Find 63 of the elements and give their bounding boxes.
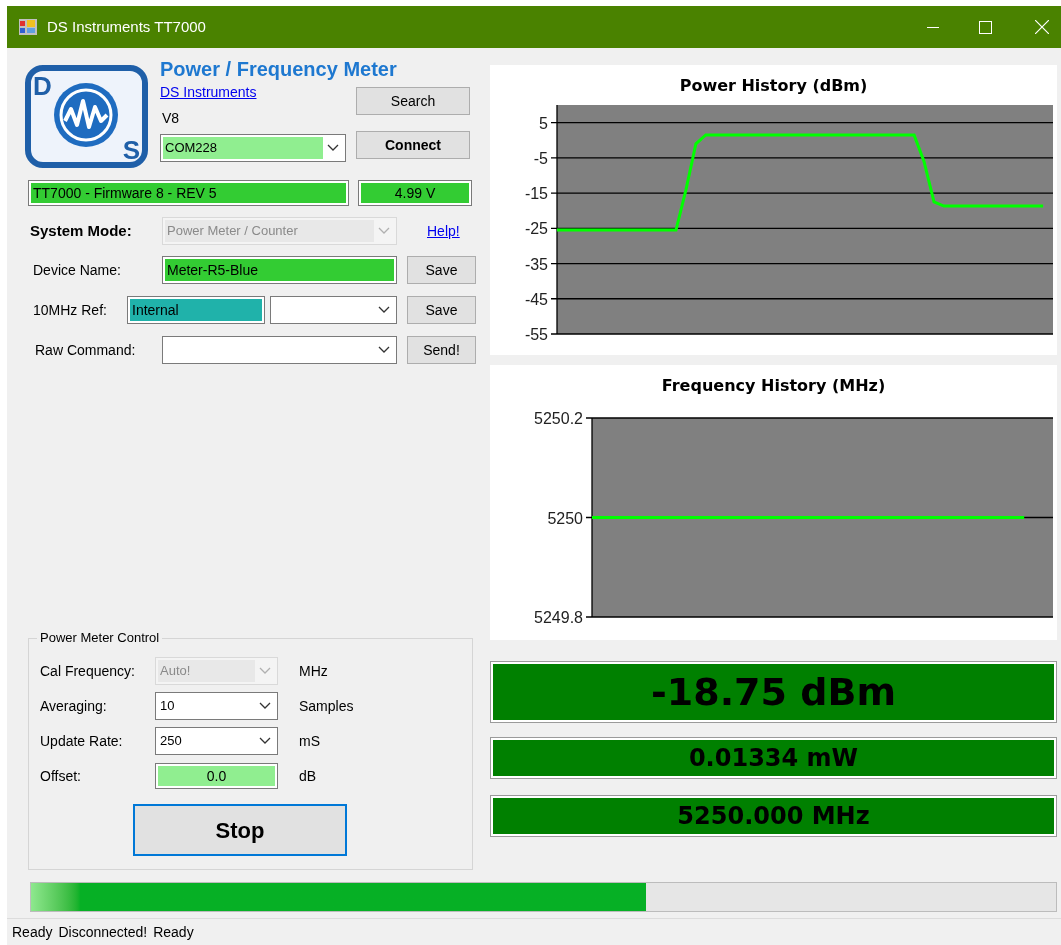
- tick-label: -45: [524, 290, 548, 308]
- button[interactable]: Connect: [356, 131, 470, 159]
- stop-button[interactable]: Stop: [133, 804, 347, 856]
- caret-icon: [259, 667, 271, 675]
- unit-label: dB: [299, 766, 317, 786]
- unit-label: Samples: [299, 696, 354, 716]
- close-icon[interactable]: [1035, 20, 1049, 34]
- button[interactable]: Send!: [407, 336, 476, 364]
- dropdown[interactable]: COM228: [160, 134, 346, 162]
- tick-label: -25: [524, 220, 548, 238]
- tick-label: -35: [524, 255, 548, 273]
- link[interactable]: DS Instruments: [160, 84, 257, 100]
- caret-icon: [378, 346, 390, 354]
- dropdown[interactable]: 250: [155, 727, 278, 755]
- tick-label: -5: [533, 149, 548, 167]
- caret-icon: [378, 227, 390, 235]
- readout-display: 5250.000 MHz: [490, 795, 1057, 837]
- firmware-field: TT7000 - Firmware 8 - REV 5: [28, 180, 349, 206]
- field-label: 10MHz Ref:: [33, 300, 108, 320]
- button[interactable]: Search: [356, 87, 470, 115]
- field-label: System Mode:: [30, 220, 133, 241]
- button[interactable]: Save: [407, 296, 476, 324]
- app-title: Power / Frequency Meter: [160, 57, 398, 81]
- status-text: Ready: [12, 922, 53, 942]
- field-label: Cal Frequency:: [40, 661, 136, 681]
- button[interactable]: Save: [407, 256, 476, 284]
- tick-label: 5250: [547, 509, 583, 527]
- field-label: Averaging:: [40, 696, 108, 716]
- unit-label: mS: [299, 731, 320, 751]
- dropdown[interactable]: [270, 296, 397, 324]
- tick-label: 5250.2: [534, 410, 583, 427]
- input-field[interactable]: Internal: [127, 296, 265, 324]
- dropdown[interactable]: 10: [155, 692, 278, 720]
- chart-title: Power History (dBm): [679, 76, 868, 95]
- caret-icon: [259, 737, 271, 745]
- field-label: Offset:: [40, 766, 82, 786]
- chart-title: Frequency History (MHz): [661, 376, 886, 395]
- readout-display: -18.75 dBm: [490, 661, 1057, 723]
- status-text: Ready: [153, 922, 194, 942]
- field-label: Update Rate:: [40, 731, 124, 751]
- caret-icon: [327, 144, 339, 152]
- input-field[interactable]: Meter-R5-Blue: [162, 256, 397, 284]
- status-text: Disconnected!: [58, 922, 148, 942]
- unit-label: MHz: [299, 661, 328, 681]
- tick-label: -15: [524, 185, 548, 203]
- input-field[interactable]: 0.0: [155, 763, 278, 789]
- logo-letter: S: [122, 134, 140, 167]
- tick-label: 5: [539, 114, 548, 132]
- tick-label: 5249.8: [534, 609, 583, 626]
- logo-letter: D: [33, 70, 52, 103]
- maximize-icon[interactable]: [979, 20, 992, 34]
- readout-display: 0.01334 mW: [490, 737, 1057, 779]
- version-label: V8: [162, 110, 180, 126]
- app-icon: [19, 19, 37, 35]
- field-label: Device Name:: [33, 260, 122, 280]
- field-label: Raw Command:: [35, 340, 137, 360]
- dropdown[interactable]: [162, 336, 397, 364]
- voltage-field: 4.99 V: [358, 180, 472, 206]
- window-title: DS Instruments TT7000: [47, 16, 206, 37]
- caret-icon: [259, 702, 271, 710]
- caret-icon: [378, 306, 390, 314]
- wave-circle-icon: [54, 83, 118, 147]
- tick-label: -55: [524, 326, 548, 343]
